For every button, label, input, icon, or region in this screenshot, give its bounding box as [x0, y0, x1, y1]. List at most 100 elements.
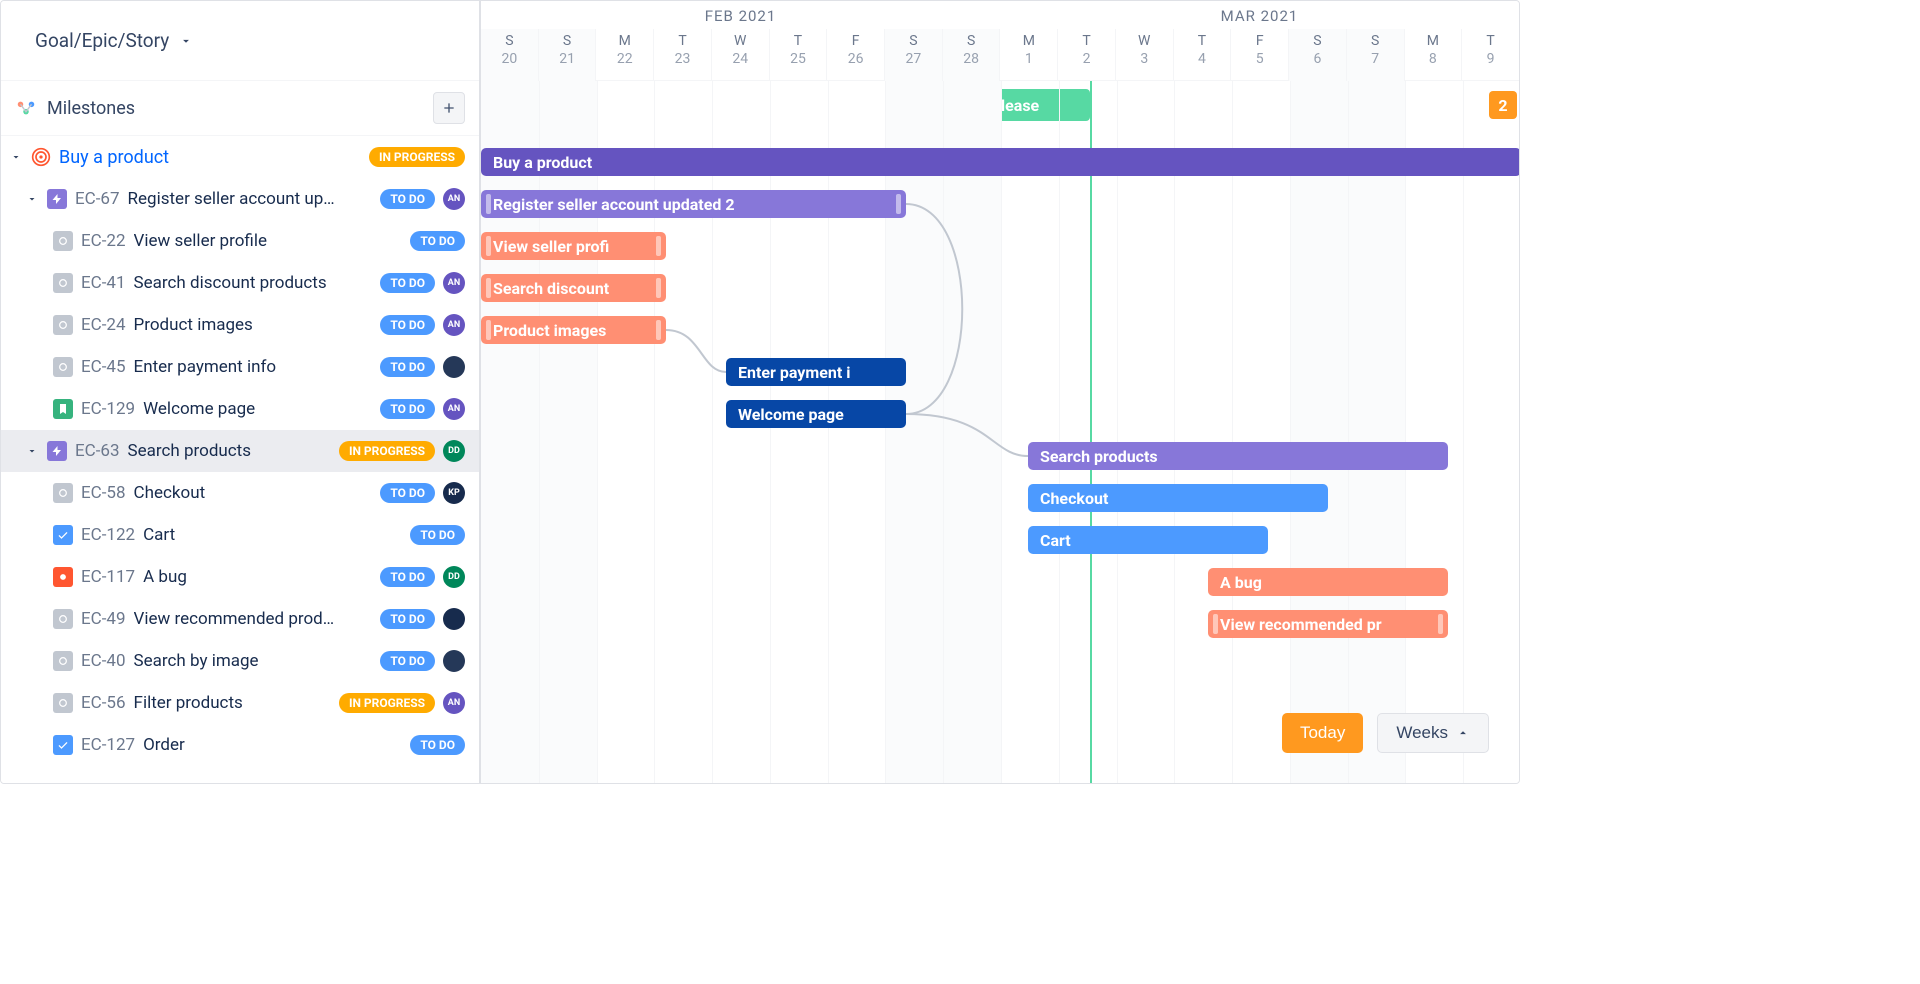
avatar[interactable]: DD — [443, 566, 465, 588]
resize-handle-left[interactable] — [1213, 614, 1218, 634]
timeline-bar[interactable]: View recommended pr — [1208, 610, 1448, 638]
timeline-bar[interactable]: Buy a product — [481, 148, 1520, 176]
avatar[interactable] — [443, 356, 465, 378]
timeline-body[interactable]: 12Release Buy a productRegister seller a… — [481, 81, 1519, 783]
timeline-bar[interactable]: View seller profi — [481, 232, 666, 260]
story-row[interactable]: EC-58 Checkout TO DO KP — [1, 472, 479, 514]
issue-title: Search by image — [134, 651, 373, 671]
story-row[interactable]: EC-129 Welcome page TO DO AN — [1, 388, 479, 430]
timeline-bar[interactable]: Cart — [1028, 526, 1268, 554]
avatar[interactable]: KP — [443, 482, 465, 504]
timeline-bar[interactable]: Search products — [1028, 442, 1448, 470]
story-row[interactable]: EC-40 Search by image TO DO — [1, 640, 479, 682]
day-number: 22 — [596, 49, 653, 67]
day-letter: M — [1000, 29, 1057, 49]
day-cell[interactable]: S 6 — [1288, 29, 1346, 81]
month-label: FEB 2021 — [481, 1, 1000, 29]
avatar[interactable]: AN — [443, 188, 465, 210]
bug-icon — [53, 567, 73, 587]
day-cell[interactable]: T 4 — [1173, 29, 1231, 81]
resize-handle-right[interactable] — [656, 278, 661, 298]
timeline-bar[interactable]: Welcome page — [726, 400, 906, 428]
day-cell[interactable]: S 28 — [942, 29, 1000, 81]
timeline-bar[interactable]: A bug — [1208, 568, 1448, 596]
story-row[interactable]: EC-127 Order TO DO — [1, 724, 479, 766]
today-button[interactable]: Today — [1282, 713, 1363, 753]
day-letter: T — [1174, 29, 1231, 49]
day-cell[interactable]: T 2 — [1057, 29, 1115, 81]
chevron-down-icon[interactable] — [25, 444, 39, 458]
day-cell[interactable]: T 23 — [653, 29, 711, 81]
chevron-down-icon[interactable] — [25, 192, 39, 206]
story-row[interactable]: EC-45 Enter payment info TO DO — [1, 346, 479, 388]
avatar[interactable]: AN — [443, 314, 465, 336]
day-number: 8 — [1405, 49, 1462, 67]
day-number: 21 — [539, 49, 596, 67]
story-row[interactable]: EC-41 Search discount products TO DO AN — [1, 262, 479, 304]
timeline-bar[interactable]: Checkout — [1028, 484, 1328, 512]
story-row[interactable]: EC-122 Cart TO DO — [1, 514, 479, 556]
day-cell[interactable]: M 1 — [999, 29, 1057, 81]
target-icon — [31, 147, 51, 167]
day-cell[interactable]: S 7 — [1346, 29, 1404, 81]
story-row[interactable]: EC-22 View seller profile TO DO — [1, 220, 479, 262]
story-row[interactable]: EC-56 Filter products IN PROGRESS AN — [1, 682, 479, 724]
avatar[interactable] — [443, 650, 465, 672]
avatar[interactable]: AN — [443, 398, 465, 420]
weeks-selector[interactable]: Weeks — [1377, 713, 1489, 753]
add-milestone-button[interactable] — [433, 92, 465, 124]
story-row[interactable]: EC-117 A bug TO DO DD — [1, 556, 479, 598]
bar-label: Enter payment i — [738, 363, 850, 382]
avatar[interactable] — [443, 608, 465, 630]
issue-title: Order — [143, 735, 402, 755]
avatar[interactable]: AN — [443, 692, 465, 714]
avatar[interactable]: AN — [443, 272, 465, 294]
resize-handle-right[interactable] — [1438, 614, 1443, 634]
epic-row[interactable]: EC-67 Register seller account up… TO DO … — [1, 178, 479, 220]
timeline-bar[interactable]: Search discount — [481, 274, 666, 302]
resize-handle-right[interactable] — [656, 236, 661, 256]
story-icon — [53, 693, 73, 713]
bar-label: Search discount — [493, 279, 609, 298]
issue-title: View seller profile — [134, 231, 403, 251]
day-cell[interactable]: M 22 — [595, 29, 653, 81]
story-row[interactable]: EC-49 View recommended prod… TO DO — [1, 598, 479, 640]
day-cell[interactable]: W 24 — [711, 29, 769, 81]
resize-handle-left[interactable] — [486, 320, 491, 340]
day-cell[interactable]: T 25 — [769, 29, 827, 81]
story-icon — [53, 483, 73, 503]
day-cell[interactable]: T 9 — [1461, 29, 1519, 81]
avatar[interactable]: DD — [443, 440, 465, 462]
milestone-marker[interactable]: 2 — [1489, 91, 1517, 119]
resize-handle-left[interactable] — [486, 278, 491, 298]
day-cell[interactable]: F 26 — [826, 29, 884, 81]
view-selector[interactable]: Goal/Epic/Story — [35, 29, 193, 52]
day-cell[interactable]: S 20 — [481, 29, 538, 81]
epic-row[interactable]: EC-63 Search products IN PROGRESS DD — [1, 430, 479, 472]
day-cell[interactable]: W 3 — [1115, 29, 1173, 81]
goal-row[interactable]: Buy a product IN PROGRESS — [1, 136, 479, 178]
timeline-bar[interactable]: Enter payment i — [726, 358, 906, 386]
resize-handle-right[interactable] — [896, 194, 901, 214]
chevron-down-icon[interactable] — [9, 150, 23, 164]
resize-handle-left[interactable] — [486, 236, 491, 256]
resize-handle-right[interactable] — [656, 320, 661, 340]
grid-line — [1463, 81, 1464, 783]
timeline-bar[interactable]: Product images — [481, 316, 666, 344]
month-label: MAR 2021 — [1000, 1, 1519, 29]
milestones-row: Milestones — [1, 81, 479, 136]
issue-title: Checkout — [134, 483, 373, 503]
day-cell[interactable]: M 8 — [1404, 29, 1462, 81]
status-badge: TO DO — [380, 315, 435, 335]
day-cell[interactable]: S 21 — [538, 29, 596, 81]
story-row[interactable]: EC-24 Product images TO DO AN — [1, 304, 479, 346]
issue-key: EC-41 — [81, 273, 126, 293]
resize-handle-left[interactable] — [486, 194, 491, 214]
day-cell[interactable]: F 5 — [1230, 29, 1288, 81]
issue-key: EC-127 — [81, 735, 135, 755]
issue-title: Filter products — [134, 693, 331, 713]
issue-title: Cart — [143, 525, 402, 545]
bar-label: Register seller account updated 2 — [493, 195, 735, 214]
timeline-bar[interactable]: Register seller account updated 2 — [481, 190, 906, 218]
day-cell[interactable]: S 27 — [884, 29, 942, 81]
